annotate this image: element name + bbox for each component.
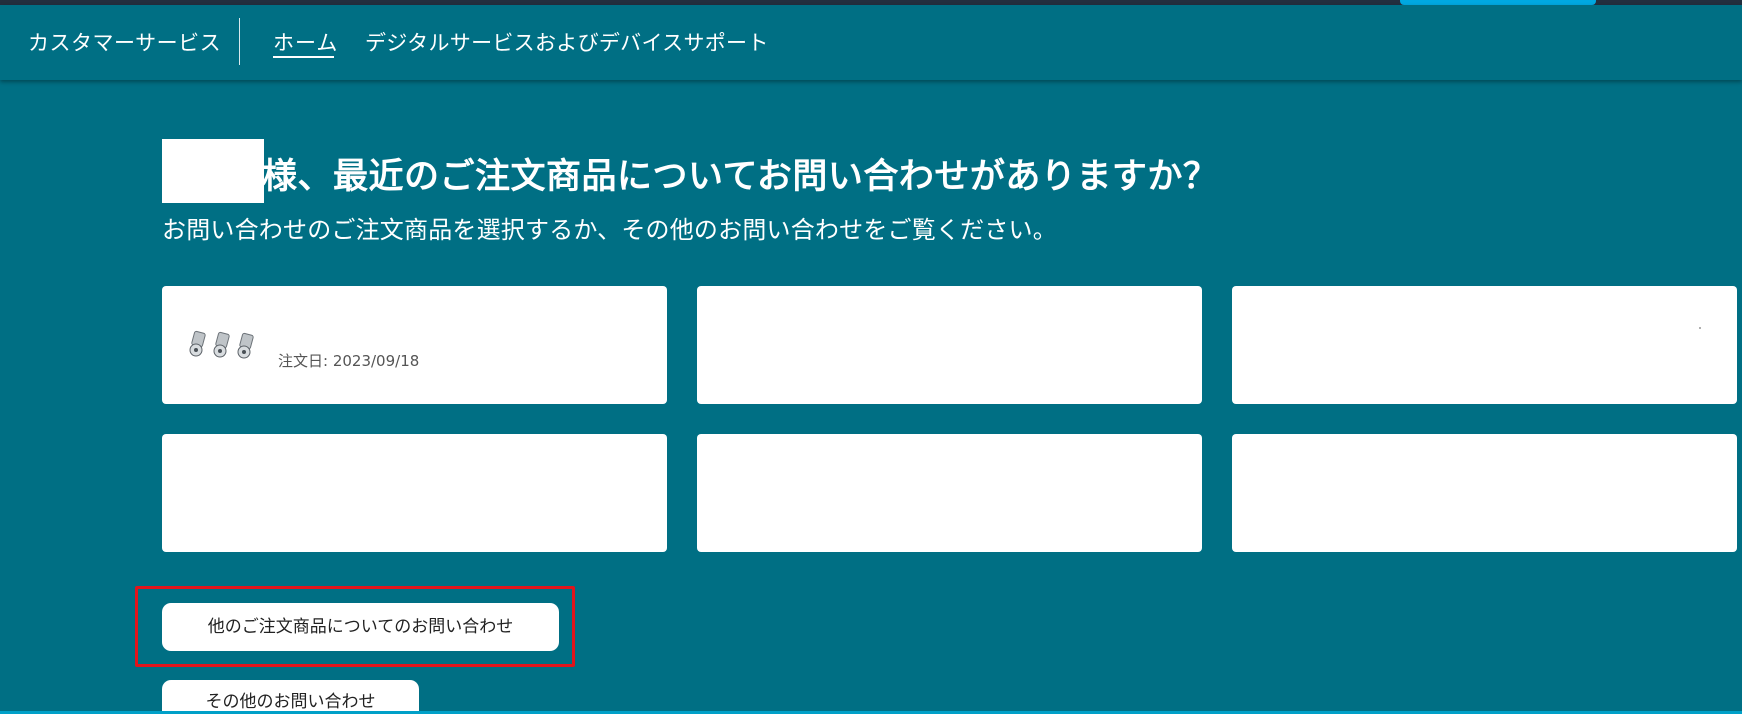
hose-fittings-thumbnail-icon: [189, 330, 254, 359]
other-inquiry-button[interactable]: その他のお問い合わせ: [162, 680, 419, 714]
order-card[interactable]: [1232, 286, 1737, 404]
order-card[interactable]: [1232, 434, 1737, 552]
page-title: 様、最近のご注文商品についてお問い合わせがありますか？: [262, 157, 1219, 197]
order-date: 注文日: 2023/09/18: [278, 352, 420, 370]
nav-home-underline: [273, 56, 334, 58]
card-mark: [1699, 327, 1701, 329]
customer-name-redacted: [162, 139, 264, 203]
order-card[interactable]: [697, 286, 1202, 404]
customer-service-page: カスタマーサービス ホーム デジタルサービスおよびデバイスサポート 様、最近のご…: [0, 0, 1742, 714]
nav-divider: [239, 18, 240, 65]
nav-digital-support-link[interactable]: デジタルサービスおよびデバイスサポート: [365, 27, 769, 57]
order-card[interactable]: [697, 434, 1202, 552]
page-subtitle: お問い合わせのご注文商品を選択するか、その他のお問い合わせをご覧ください。: [162, 216, 1057, 244]
other-order-inquiry-button[interactable]: 他のご注文商品についてのお問い合わせ: [162, 603, 559, 651]
order-card[interactable]: [162, 434, 667, 552]
order-card[interactable]: 注文日: 2023/09/18: [162, 286, 667, 404]
nav-brand[interactable]: カスタマーサービス: [28, 27, 221, 57]
navbar: カスタマーサービス ホーム デジタルサービスおよびデバイスサポート: [0, 5, 1742, 80]
nav-home-link[interactable]: ホーム: [273, 27, 338, 57]
